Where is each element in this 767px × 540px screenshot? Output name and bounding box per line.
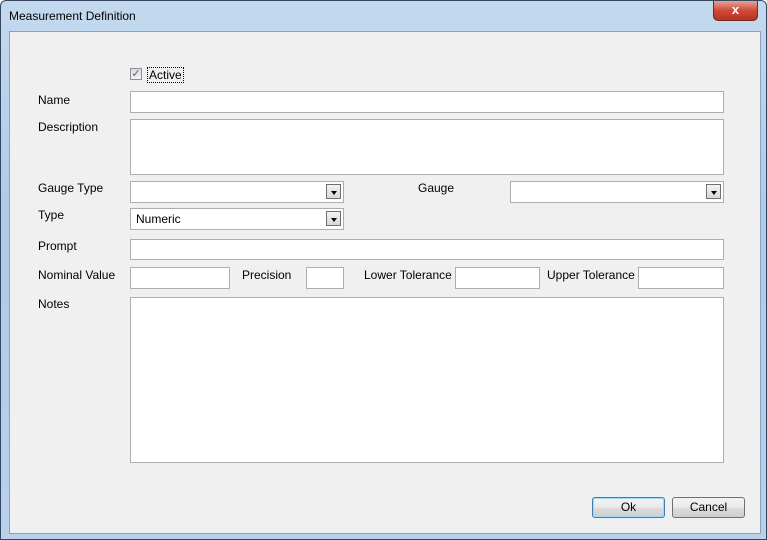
gauge-type-dropdown[interactable]	[130, 181, 344, 203]
name-label: Name	[38, 93, 71, 107]
type-dropdown[interactable]: Numeric	[130, 208, 344, 230]
gauge-type-label: Gauge Type	[38, 181, 104, 195]
active-label[interactable]: Active	[147, 67, 184, 83]
description-label: Description	[38, 120, 99, 134]
gauge-dropdown[interactable]	[510, 181, 724, 203]
notes-label: Notes	[38, 297, 70, 311]
precision-input[interactable]	[306, 267, 344, 289]
type-label: Type	[38, 208, 65, 222]
cancel-button[interactable]: Cancel	[672, 497, 745, 518]
chevron-down-icon[interactable]	[706, 184, 721, 199]
gauge-label: Gauge	[418, 181, 455, 195]
notes-textarea[interactable]	[130, 297, 724, 463]
name-input[interactable]	[130, 91, 724, 113]
nominal-value-label: Nominal Value	[38, 268, 116, 282]
upper-tolerance-label: Upper Tolerance	[547, 268, 635, 282]
chevron-down-icon[interactable]	[326, 211, 341, 226]
type-value: Numeric	[136, 212, 181, 226]
chevron-down-icon[interactable]	[326, 184, 341, 199]
close-button[interactable]: x	[713, 1, 758, 21]
ok-button[interactable]: Ok	[592, 497, 665, 518]
prompt-label: Prompt	[38, 239, 77, 253]
window-title: Measurement Definition	[9, 9, 136, 23]
description-textarea[interactable]	[130, 119, 724, 175]
nominal-value-input[interactable]	[130, 267, 230, 289]
prompt-input[interactable]	[130, 239, 724, 260]
precision-label: Precision	[242, 268, 292, 282]
upper-tolerance-input[interactable]	[638, 267, 724, 289]
lower-tolerance-label: Lower Tolerance	[364, 268, 452, 282]
active-checkbox[interactable]: ✓	[130, 68, 142, 80]
lower-tolerance-input[interactable]	[455, 267, 540, 289]
